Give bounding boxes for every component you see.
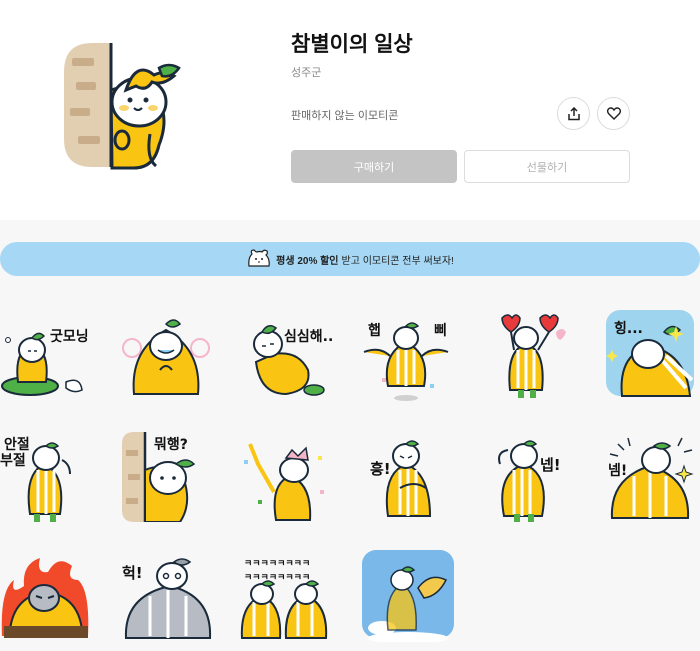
promo-highlight: 평생 20% 할인 xyxy=(276,255,339,267)
sticker-item[interactable] xyxy=(120,310,212,402)
sticker-item[interactable]: 넴! xyxy=(604,430,696,522)
emoticon-thumbnail xyxy=(64,40,194,170)
share-icon xyxy=(567,106,580,120)
sticker-item[interactable]: 심심해.. xyxy=(240,310,334,402)
promo-text: 받고 이모티콘 전부 써보자! xyxy=(341,255,454,267)
sticker-item[interactable]: 넵! xyxy=(480,430,572,522)
sticker-item[interactable]: 굿모닝 xyxy=(0,310,92,402)
sticker-item[interactable]: 햅 삐 xyxy=(360,310,452,402)
sticker-caption: 넵! xyxy=(540,456,561,474)
sticker-caption-2: ㅋㅋㅋㅋㅋㅋㅋㅋ xyxy=(244,573,311,583)
like-button[interactable] xyxy=(597,97,630,130)
sticker-item[interactable]: 뭐행? xyxy=(120,430,212,522)
sticker-caption: 굿모닝 xyxy=(50,329,89,345)
sticker-caption: 햅 xyxy=(368,323,381,339)
product-title: 참별이의 일상 xyxy=(291,33,413,56)
bear-mascot-icon xyxy=(248,249,270,267)
sticker-caption: ㅋㅋㅋㅋㅋㅋㅋㅋ xyxy=(244,559,311,569)
sticker-item[interactable] xyxy=(0,550,92,642)
product-header: 참별이의 일상 성주군 판매하지 않는 이모티콘 구매하기 선물하기 xyxy=(0,0,700,220)
author-name[interactable]: 성주군 xyxy=(291,64,321,80)
sale-status: 판매하지 않는 이모티콘 xyxy=(291,110,399,122)
sticker-caption: 심심해.. xyxy=(284,329,334,345)
sticker-caption: 뭐행? xyxy=(154,437,188,453)
gift-button[interactable]: 선물하기 xyxy=(464,150,630,183)
sticker-item[interactable]: 흥! xyxy=(360,430,452,522)
sticker-caption: 헉! xyxy=(122,564,143,582)
sticker-item[interactable]: ㅋㅋㅋㅋㅋㅋㅋㅋ ㅋㅋㅋㅋㅋㅋㅋㅋ xyxy=(240,550,332,642)
sticker-item[interactable] xyxy=(480,310,572,402)
sticker-caption-2: 삐 xyxy=(434,323,447,339)
sticker-item[interactable]: 헉! xyxy=(120,550,212,642)
buy-button[interactable]: 구매하기 xyxy=(291,150,457,183)
share-button[interactable] xyxy=(557,97,590,130)
sticker-caption-2: 부절 xyxy=(0,453,26,469)
sticker-item[interactable] xyxy=(362,550,454,642)
sticker-caption: 넴! xyxy=(608,463,628,479)
heart-icon xyxy=(606,107,621,120)
sticker-item[interactable]: 안절 부절 xyxy=(0,430,92,522)
sticker-item[interactable] xyxy=(240,430,332,522)
sticker-caption: 힝... xyxy=(614,321,643,337)
promo-banner[interactable]: 평생 20% 할인 받고 이모티콘 전부 써보자! xyxy=(0,242,700,276)
sticker-item[interactable]: 힝... xyxy=(604,310,696,402)
sticker-caption: 흥! xyxy=(370,460,391,478)
